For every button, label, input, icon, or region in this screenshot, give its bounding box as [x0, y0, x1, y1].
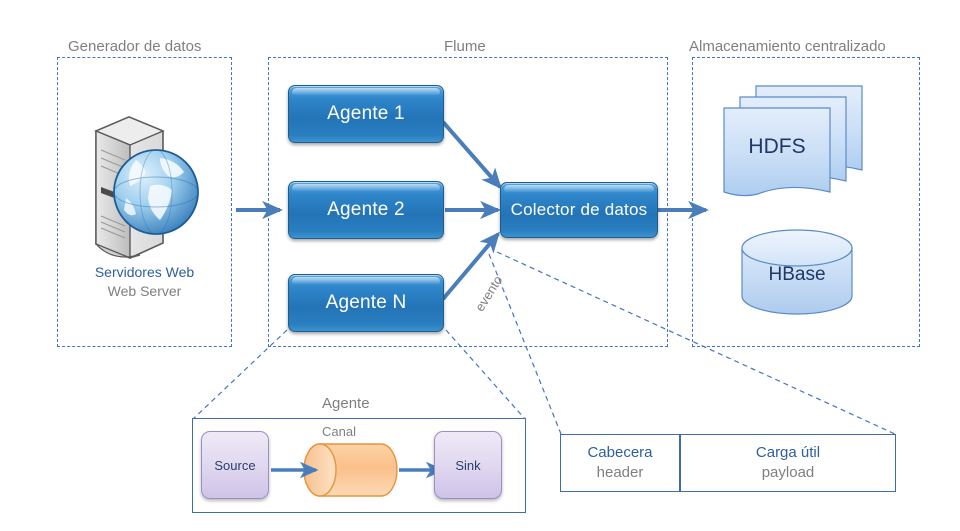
event-payload-cell: Carga útil payload	[680, 434, 896, 492]
collector-label: Colector de datos	[510, 200, 648, 219]
event-header-cell: Cabecera header	[560, 434, 680, 492]
channel-cylinder-icon	[303, 443, 398, 497]
agent-label-2: Agente 2	[327, 199, 405, 220]
agent-label-1: Agente 1	[327, 103, 405, 124]
event-header-label-es: Cabecera	[587, 444, 653, 461]
event-header-label-en: header	[596, 464, 644, 481]
event-payload-label-es: Carga útil	[755, 444, 821, 461]
diagram-canvas: Generador de datos Flume Almacenamiento …	[0, 0, 960, 531]
sink-label: Sink	[455, 457, 481, 473]
sink-box[interactable]: Sink	[434, 431, 502, 499]
event-payload-label-en: payload	[761, 464, 815, 481]
agent-label-n: Agente N	[325, 292, 407, 313]
